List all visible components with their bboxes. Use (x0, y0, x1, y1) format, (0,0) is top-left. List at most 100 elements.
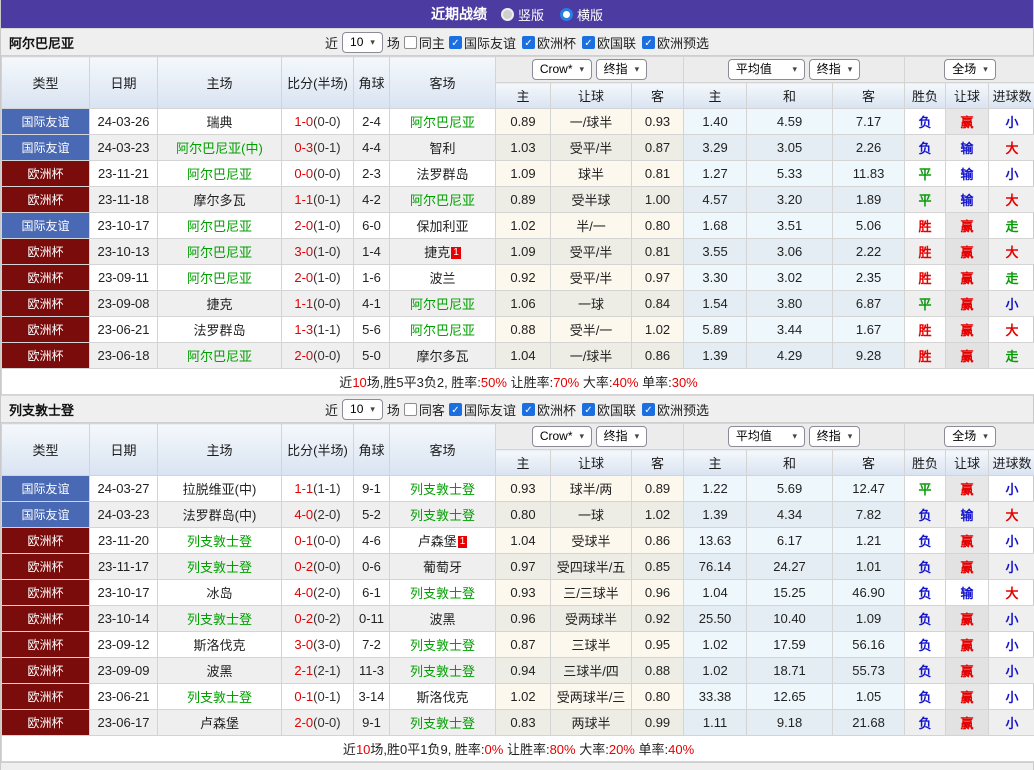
away-team[interactable]: 摩尔多瓦 (390, 343, 496, 369)
checkbox-icon[interactable] (404, 36, 417, 49)
bookmaker-select[interactable]: Crow*▾ (532, 59, 592, 80)
away-team[interactable]: 波黑 (390, 606, 496, 632)
competition-type[interactable]: 欧洲杯 (2, 343, 90, 369)
home-team[interactable]: 拉脱维亚(中) (158, 476, 282, 502)
match-count-select[interactable]: 10▾ (342, 399, 383, 420)
final-odds-select[interactable]: 终指▾ (596, 59, 648, 80)
away-team[interactable]: 列支敦士登 (390, 502, 496, 528)
radio-vertical-icon[interactable] (501, 8, 514, 21)
filter-checkbox-国际友谊[interactable]: ✓国际友谊 (449, 400, 516, 419)
competition-type[interactable]: 国际友谊 (2, 476, 90, 502)
away-team[interactable]: 阿尔巴尼亚 (390, 291, 496, 317)
competition-type[interactable]: 欧洲杯 (2, 632, 90, 658)
competition-type[interactable]: 欧洲杯 (2, 317, 90, 343)
final-odds-select-2[interactable]: 终指▾ (809, 59, 861, 80)
match-date: 23-11-18 (90, 187, 158, 213)
competition-type[interactable]: 国际友谊 (2, 502, 90, 528)
away-team[interactable]: 斯洛伐克 (390, 684, 496, 710)
home-team[interactable]: 列支敦士登 (158, 528, 282, 554)
filter-checkbox-欧洲预选[interactable]: ✓欧洲预选 (642, 400, 709, 419)
average-select[interactable]: 平均值 ▾ (728, 426, 805, 447)
radio-horizontal-icon[interactable] (560, 8, 573, 21)
radio-horizontal[interactable]: 横版 (560, 5, 603, 24)
away-team[interactable]: 葡萄牙 (390, 554, 496, 580)
away-team[interactable]: 卢森堡1 (390, 528, 496, 554)
checkbox-icon[interactable]: ✓ (522, 403, 535, 416)
final-odds-select[interactable]: 终指▾ (596, 426, 648, 447)
home-team[interactable]: 法罗群岛 (158, 317, 282, 343)
away-team[interactable]: 阿尔巴尼亚 (390, 187, 496, 213)
home-team[interactable]: 阿尔巴尼亚 (158, 239, 282, 265)
away-team[interactable]: 列支敦士登 (390, 580, 496, 606)
checkbox-icon[interactable]: ✓ (642, 403, 655, 416)
filter-checkbox-欧洲预选[interactable]: ✓欧洲预选 (642, 33, 709, 52)
away-team[interactable]: 智利 (390, 135, 496, 161)
home-team[interactable]: 法罗群岛(中) (158, 502, 282, 528)
competition-type[interactable]: 欧洲杯 (2, 528, 90, 554)
home-team[interactable]: 列支敦士登 (158, 554, 282, 580)
competition-type[interactable]: 欧洲杯 (2, 658, 90, 684)
home-team[interactable]: 斯洛伐克 (158, 632, 282, 658)
bookmaker-select[interactable]: Crow*▾ (532, 426, 592, 447)
away-team[interactable]: 法罗群岛 (390, 161, 496, 187)
away-team[interactable]: 捷克1 (390, 239, 496, 265)
competition-type[interactable]: 国际友谊 (2, 109, 90, 135)
scope-select[interactable]: 全场▾ (944, 426, 996, 447)
same-venue-checkbox[interactable]: 同客 (404, 400, 445, 419)
competition-type[interactable]: 欧洲杯 (2, 554, 90, 580)
home-team[interactable]: 列支敦士登 (158, 684, 282, 710)
checkbox-icon[interactable]: ✓ (449, 403, 462, 416)
scope-select[interactable]: 全场▾ (944, 59, 996, 80)
checkbox-icon[interactable]: ✓ (449, 36, 462, 49)
checkbox-icon[interactable]: ✓ (522, 36, 535, 49)
checkbox-icon[interactable]: ✓ (582, 36, 595, 49)
competition-type[interactable]: 欧洲杯 (2, 580, 90, 606)
home-team[interactable]: 波黑 (158, 658, 282, 684)
home-team[interactable]: 列支敦士登 (158, 606, 282, 632)
filter-checkbox-欧国联[interactable]: ✓欧国联 (582, 33, 636, 52)
home-team[interactable]: 阿尔巴尼亚 (158, 265, 282, 291)
competition-type[interactable]: 欧洲杯 (2, 291, 90, 317)
home-team[interactable]: 阿尔巴尼亚 (158, 343, 282, 369)
final-odds-select-2[interactable]: 终指▾ (809, 426, 861, 447)
home-team[interactable]: 阿尔巴尼亚 (158, 213, 282, 239)
competition-type[interactable]: 欧洲杯 (2, 684, 90, 710)
competition-type[interactable]: 欧洲杯 (2, 606, 90, 632)
filter-checkbox-国际友谊[interactable]: ✓国际友谊 (449, 33, 516, 52)
home-team[interactable]: 阿尔巴尼亚(中) (158, 135, 282, 161)
home-team[interactable]: 冰岛 (158, 580, 282, 606)
radio-vertical[interactable]: 竖版 (501, 5, 544, 24)
competition-type[interactable]: 国际友谊 (2, 213, 90, 239)
home-team[interactable]: 摩尔多瓦 (158, 187, 282, 213)
filter-checkbox-欧国联[interactable]: ✓欧国联 (582, 400, 636, 419)
home-team[interactable]: 阿尔巴尼亚 (158, 161, 282, 187)
col-home-odds: 主 (496, 450, 551, 476)
filter-checkbox-欧洲杯[interactable]: ✓欧洲杯 (522, 400, 576, 419)
home-team-label: 列支敦士登 (187, 560, 252, 575)
competition-type[interactable]: 欧洲杯 (2, 265, 90, 291)
away-team[interactable]: 列支敦士登 (390, 710, 496, 736)
competition-type[interactable]: 欧洲杯 (2, 710, 90, 736)
home-team[interactable]: 瑞典 (158, 109, 282, 135)
away-team[interactable]: 保加利亚 (390, 213, 496, 239)
home-team[interactable]: 捷克 (158, 291, 282, 317)
away-team[interactable]: 列支敦士登 (390, 658, 496, 684)
checkbox-icon[interactable]: ✓ (642, 36, 655, 49)
competition-type[interactable]: 欧洲杯 (2, 161, 90, 187)
away-team[interactable]: 阿尔巴尼亚 (390, 317, 496, 343)
filter-checkbox-欧洲杯[interactable]: ✓欧洲杯 (522, 33, 576, 52)
competition-type[interactable]: 欧洲杯 (2, 187, 90, 213)
halftime-score: (0-1) (313, 689, 340, 704)
same-venue-checkbox[interactable]: 同主 (404, 33, 445, 52)
away-team[interactable]: 波兰 (390, 265, 496, 291)
average-select[interactable]: 平均值 ▾ (728, 59, 805, 80)
match-count-select[interactable]: 10▾ (342, 32, 383, 53)
competition-type[interactable]: 国际友谊 (2, 135, 90, 161)
competition-type[interactable]: 欧洲杯 (2, 239, 90, 265)
checkbox-icon[interactable] (404, 403, 417, 416)
away-team[interactable]: 列支敦士登 (390, 476, 496, 502)
home-team[interactable]: 卢森堡 (158, 710, 282, 736)
away-team[interactable]: 阿尔巴尼亚 (390, 109, 496, 135)
checkbox-icon[interactable]: ✓ (582, 403, 595, 416)
away-team[interactable]: 列支敦士登 (390, 632, 496, 658)
